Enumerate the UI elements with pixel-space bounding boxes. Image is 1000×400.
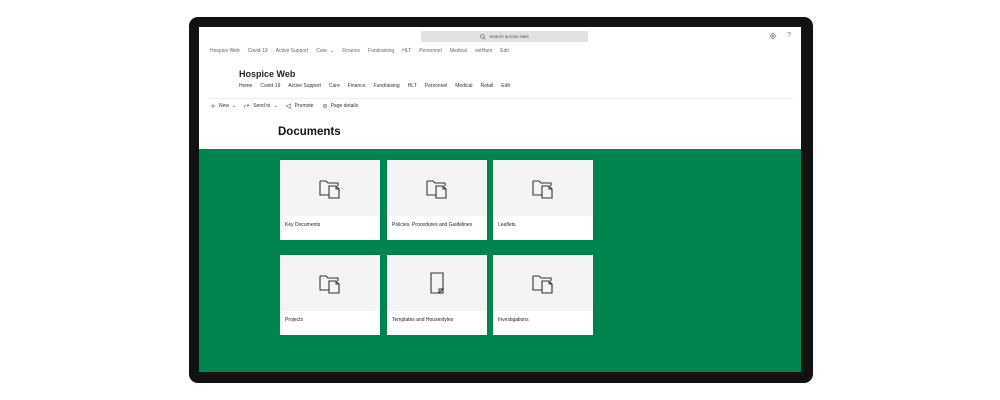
hub-navigation: Hospice Web Covid-19 Active Support Care…: [210, 48, 509, 54]
hubnav-item-hospice-web[interactable]: Hospice Web: [210, 48, 240, 54]
plus-icon: [210, 103, 216, 109]
tile-label: Leaflets: [498, 222, 516, 228]
sitenav-item-retail[interactable]: Retail: [481, 83, 494, 89]
device-frame: Search across sites ? Hospice Web Covid-…: [189, 17, 813, 383]
hubnav-item-medical[interactable]: Medical: [450, 48, 467, 54]
sitenav-item-finance[interactable]: Finance: [348, 83, 366, 89]
sitenav-item-medical[interactable]: Medical: [455, 83, 472, 89]
tile-thumbnail: [280, 255, 380, 311]
page-title: Documents: [278, 126, 341, 138]
share-icon: [244, 103, 250, 109]
tile-label: Projects: [285, 317, 304, 323]
chevron-down-icon: ⌄: [232, 103, 237, 109]
folder-icon: [532, 180, 553, 199]
new-label: New: [219, 103, 230, 109]
site-title[interactable]: Hospice Web: [239, 69, 295, 79]
sitenav-item-edit[interactable]: Edit: [501, 83, 510, 89]
tile-thumbnail: [493, 255, 593, 311]
hubnav-item-vetham[interactable]: vetHam: [475, 48, 492, 54]
help-icon[interactable]: ?: [787, 32, 791, 40]
document-icon: [430, 272, 445, 295]
page-details-label: Page details: [330, 103, 359, 109]
folder-icon: [319, 275, 340, 294]
tile-label: Key Documents: [285, 222, 321, 228]
chevron-down-icon: ⌄: [273, 103, 278, 109]
send-to-button[interactable]: Send to ⌄: [244, 103, 278, 109]
tile-thumbnail: [493, 160, 593, 216]
hubnav-item-personnel[interactable]: Personnel: [419, 48, 442, 54]
hubnav-item-care[interactable]: Care: [316, 48, 327, 54]
hubnav-item-fundraising[interactable]: Fundraising: [368, 48, 394, 54]
sitenav-item-personnel[interactable]: Personnel: [425, 83, 448, 89]
gear-icon: [322, 103, 327, 109]
site-navigation: Home Covid-19 Active Support Care Financ…: [239, 83, 510, 89]
promote-label: Promote: [294, 103, 314, 109]
sitenav-item-care[interactable]: Care: [329, 83, 340, 89]
send-to-label: Send to: [253, 103, 271, 109]
tile-key-documents[interactable]: Key Documents: [280, 160, 380, 240]
sitenav-item-hlt[interactable]: HLT: [408, 83, 417, 89]
hubnav-item-active-support[interactable]: Active Support: [276, 48, 309, 54]
search-icon: [480, 33, 486, 40]
tile-thumbnail: [280, 160, 380, 216]
page-details-button[interactable]: Page details: [322, 103, 359, 109]
documents-section: Key Documents Policies, Procedures and G…: [199, 149, 801, 372]
tile-templates[interactable]: Templates and Housestyles: [387, 255, 487, 335]
suite-icons: ?: [769, 32, 791, 40]
tile-label: Investigations: [498, 317, 529, 323]
search-placeholder: Search across sites: [489, 34, 529, 39]
sitenav-item-fundraising[interactable]: Fundraising: [374, 83, 400, 89]
sitenav-item-active-support[interactable]: Active Support: [288, 83, 321, 89]
gear-icon[interactable]: [769, 32, 777, 40]
new-button[interactable]: New ⌄: [210, 103, 236, 109]
header-divider: [208, 98, 793, 99]
megaphone-icon: [286, 103, 291, 109]
command-bar: New ⌄ Send to ⌄ Promote Page details: [210, 103, 358, 109]
tile-thumbnail: [387, 160, 487, 216]
hubnav-item-edit[interactable]: Edit: [500, 48, 509, 54]
sitenav-item-covid[interactable]: Covid-19: [260, 83, 280, 89]
search-box[interactable]: Search across sites: [421, 31, 588, 42]
folder-icon: [319, 180, 340, 199]
tile-leaflets[interactable]: Leaflets: [493, 160, 593, 240]
promote-button[interactable]: Promote: [286, 103, 314, 109]
tile-thumbnail: [387, 255, 487, 311]
tile-label: Templates and Housestyles: [392, 317, 454, 323]
hubnav-item-hlt[interactable]: HLT: [402, 48, 411, 54]
chevron-down-icon[interactable]: ⌄: [330, 48, 334, 54]
screen: Search across sites ? Hospice Web Covid-…: [199, 27, 801, 372]
suite-bar: Search across sites ?: [199, 27, 801, 47]
tile-label: Policies, Procedures and Guidelines: [392, 222, 473, 228]
folder-icon: [426, 180, 447, 199]
tile-policies[interactable]: Policies, Procedures and Guidelines: [387, 160, 487, 240]
tile-projects[interactable]: Projects: [280, 255, 380, 335]
tile-investigations[interactable]: Investigations: [493, 255, 593, 335]
folder-icon: [532, 275, 553, 294]
hubnav-item-covid[interactable]: Covid-19: [248, 48, 268, 54]
hubnav-item-finance[interactable]: Finance: [342, 48, 360, 54]
sitenav-item-home[interactable]: Home: [239, 83, 252, 89]
